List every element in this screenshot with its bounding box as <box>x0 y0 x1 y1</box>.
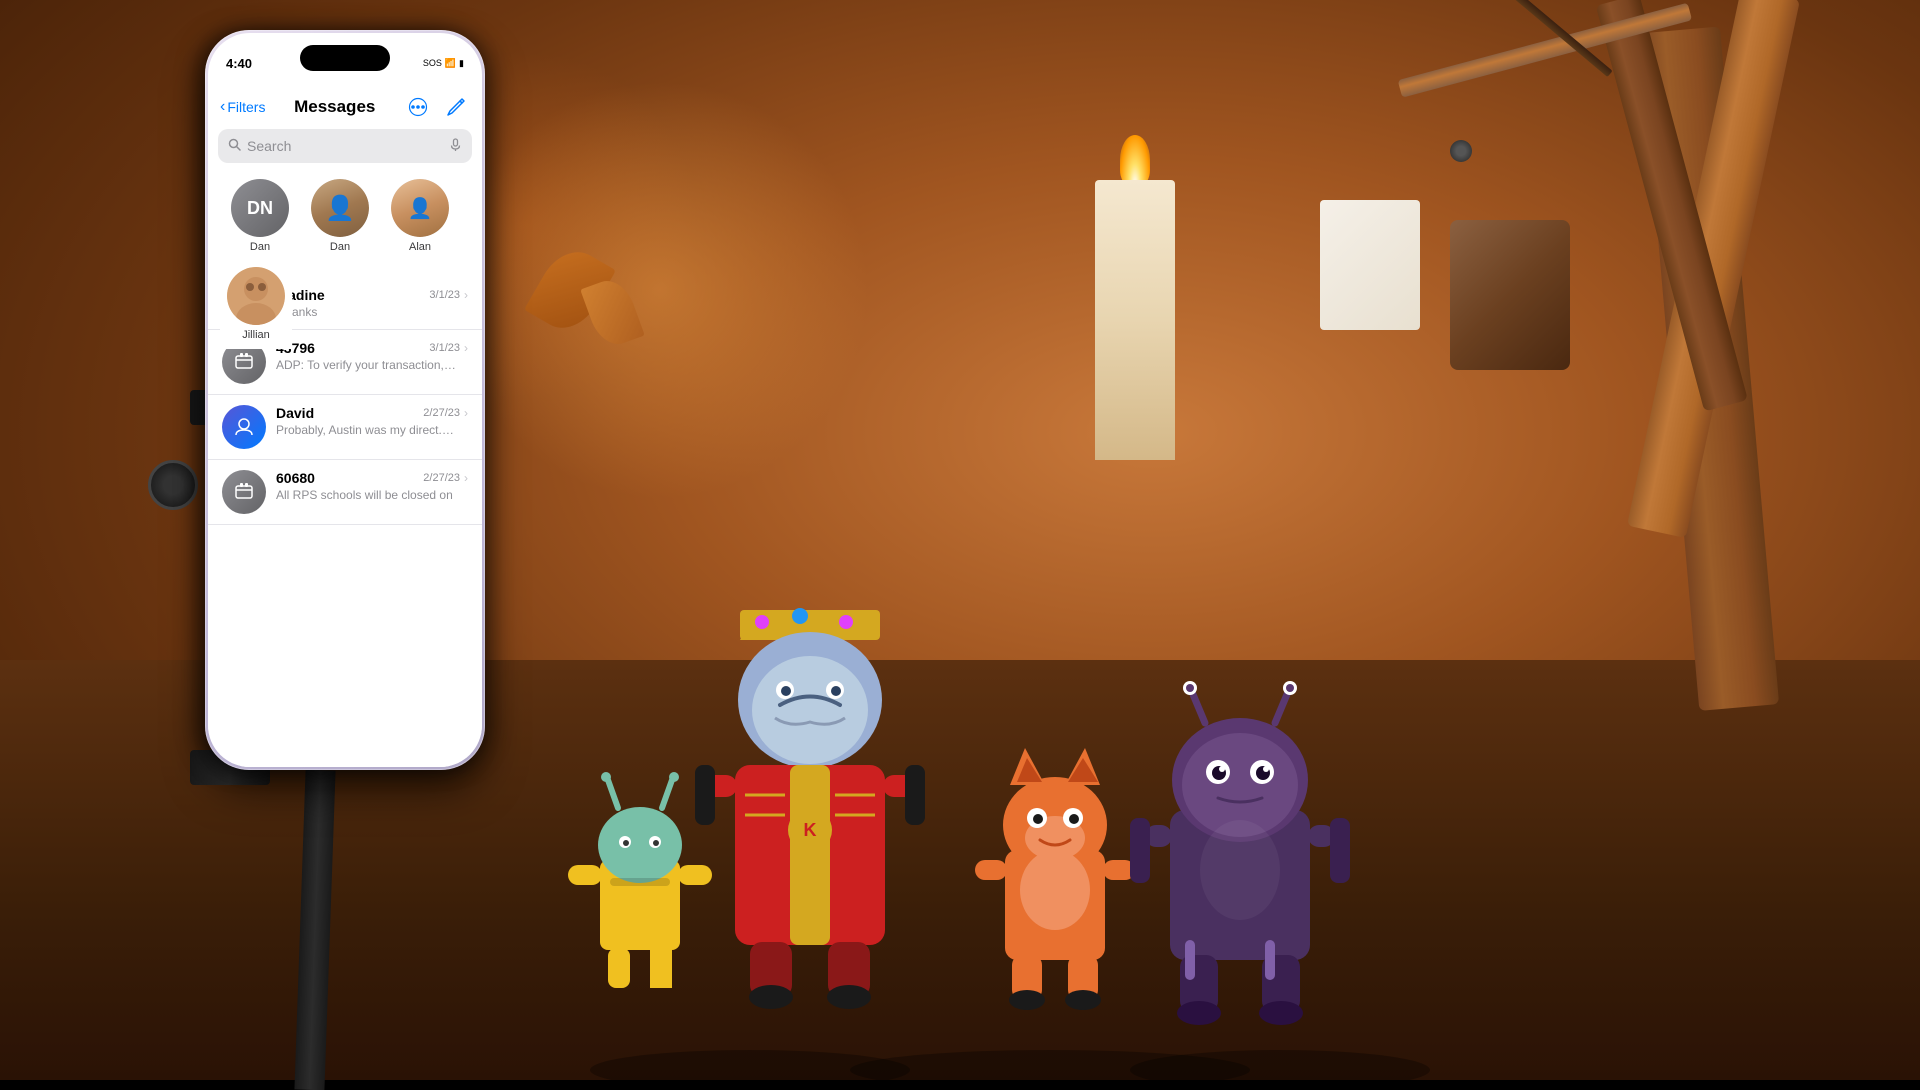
wifi-icon: 📶 <box>445 58 456 69</box>
more-button[interactable] <box>404 93 432 121</box>
contact-name-dn1: Dan <box>250 241 270 253</box>
sender-name-60680: 60680 <box>276 470 315 486</box>
lace-decor <box>1320 200 1420 330</box>
status-time: 4:40 <box>226 56 252 71</box>
navigation-bar: ‹ Filters Messages <box>208 85 482 129</box>
message-date-nadine: 3/1/23 › <box>429 288 468 302</box>
candle-flame <box>1120 135 1150 185</box>
pinned-contacts: DN Dan 👤 Dan 👤 Alan <box>208 169 482 263</box>
message-date-david: 2/27/23 › <box>423 406 468 420</box>
status-icons: SOS 📶 ▮ <box>423 58 464 69</box>
message-date-60680: 2/27/23 › <box>423 471 468 485</box>
message-header-david: David 2/27/23 › <box>276 405 468 421</box>
mount-knob <box>148 460 198 510</box>
sender-name-david: David <box>276 405 314 421</box>
message-content-60680: 60680 2/27/23 › All RPS schools will be … <box>276 470 468 502</box>
search-bar[interactable]: Search <box>218 129 472 163</box>
message-header-43796: 43796 3/1/23 › <box>276 340 468 356</box>
back-button[interactable]: ‹ Filters <box>220 98 265 116</box>
contact-pin-dn1[interactable]: DN Dan <box>220 179 300 253</box>
message-item-60680[interactable]: 60680 2/27/23 › All RPS schools will be … <box>208 460 482 525</box>
message-avatar-david <box>222 405 266 449</box>
message-avatar-60680 <box>222 470 266 514</box>
search-icon <box>228 138 241 154</box>
contact-face-alan: 👤 <box>391 179 449 237</box>
compose-button[interactable] <box>442 93 470 121</box>
message-preview-43796: ADP: To verify your transaction, enter 5… <box>276 358 456 372</box>
contact-pin-jillian[interactable]: Jillian <box>220 267 292 349</box>
dynamic-island <box>300 45 390 71</box>
message-date-43796: 3/1/23 › <box>429 341 468 355</box>
contact-avatar-dn2: 👤 <box>311 179 369 237</box>
candle-glow <box>450 80 870 500</box>
chevron-right-icon-2: › <box>464 341 468 355</box>
svg-text:K: K <box>804 820 817 840</box>
contact-name-dn2: Dan <box>330 241 350 253</box>
message-item-david[interactable]: David 2/27/23 › Probably, Austin was my … <box>208 395 482 460</box>
phone-outer: 4:40 SOS 📶 ▮ ‹ Filters Messages <box>205 30 485 770</box>
message-content-43796: 43796 3/1/23 › ADP: To verify your trans… <box>276 340 468 372</box>
contact-face-dn2: 👤 <box>311 179 369 237</box>
wooden-box <box>1450 220 1570 370</box>
contact-name-alan: Alan <box>409 241 431 253</box>
message-content-david: David 2/27/23 › Probably, Austin was my … <box>276 405 468 437</box>
messages-title: Messages <box>294 97 375 117</box>
message-preview-60680: All RPS schools will be closed on <box>276 488 456 502</box>
message-preview-david: Probably, Austin was my direct. But I'm … <box>276 423 456 437</box>
chevron-right-icon: › <box>464 288 468 302</box>
chevron-left-icon: ‹ <box>220 98 225 116</box>
contact-name-jillian: Jillian <box>242 329 270 341</box>
contact-pin-alan[interactable]: 👤 Alan <box>380 179 460 253</box>
phone-screen: 4:40 SOS 📶 ▮ ‹ Filters Messages <box>208 33 482 767</box>
message-preview-nadine: Thanks <box>278 305 438 319</box>
phone: 4:40 SOS 📶 ▮ ‹ Filters Messages <box>205 30 485 790</box>
contact-avatar-jillian <box>227 267 285 325</box>
battery-icon: ▮ <box>459 58 464 69</box>
search-placeholder: Search <box>247 138 443 154</box>
message-content-nadine: Nadine 3/1/23 › Thanks <box>278 287 468 319</box>
message-header-nadine: Nadine 3/1/23 › <box>278 287 468 303</box>
chevron-right-icon-3: › <box>464 406 468 420</box>
bow-ball <box>1450 140 1472 162</box>
contact-avatar-alan: 👤 <box>391 179 449 237</box>
nav-actions <box>404 93 470 121</box>
contact-avatar-dn1: DN <box>231 179 289 237</box>
chevron-right-icon-4: › <box>464 471 468 485</box>
sos-indicator: SOS <box>423 58 442 68</box>
candle-body <box>1095 180 1175 460</box>
contact-initials: DN <box>247 198 273 219</box>
android-figurines: K <box>550 580 1450 1080</box>
contact-pin-dn2[interactable]: 👤 Dan <box>300 179 380 253</box>
message-header-60680: 60680 2/27/23 › <box>276 470 468 486</box>
candle-area <box>1070 80 1200 460</box>
microphone-icon[interactable] <box>449 138 462 154</box>
back-label: Filters <box>227 99 265 115</box>
